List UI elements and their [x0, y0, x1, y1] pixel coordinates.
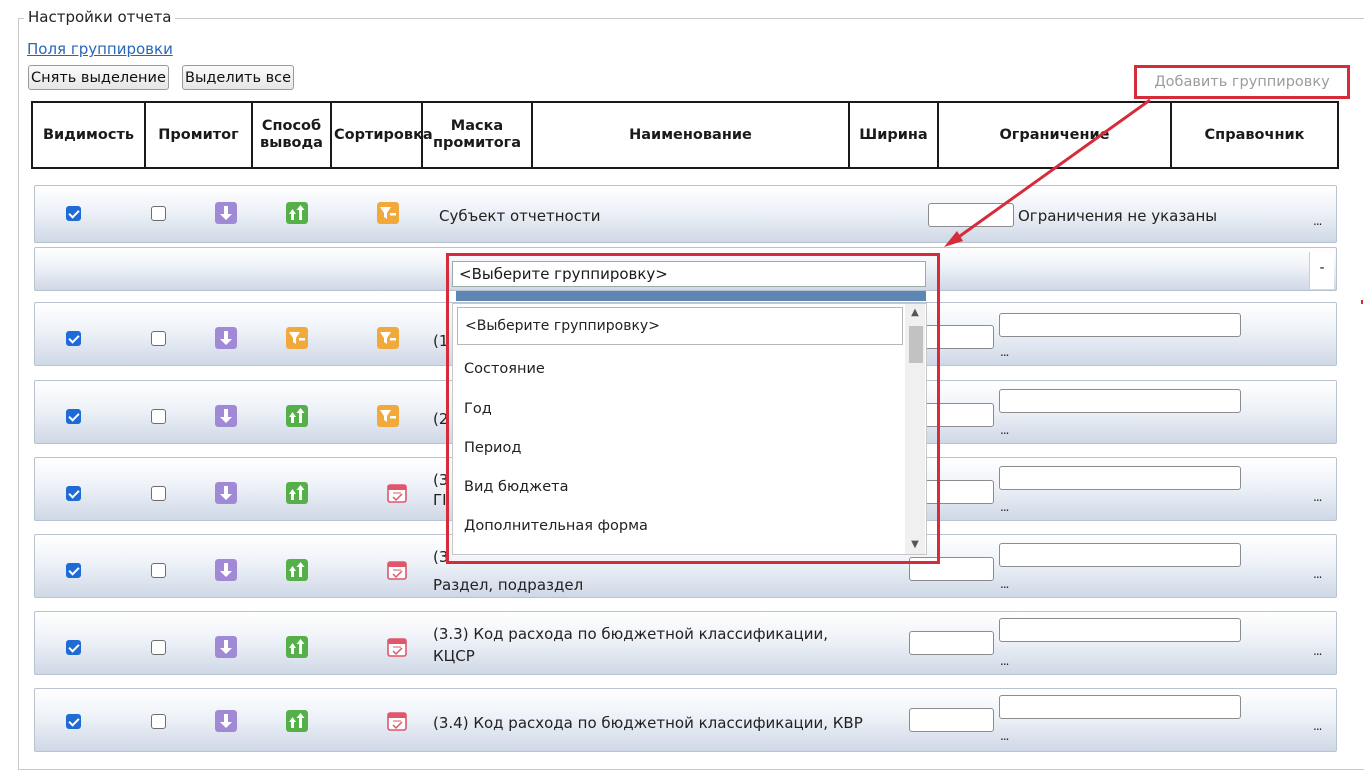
grouping-dropdown-list: <Выберите группировку> Состояние Год Пер…: [452, 303, 927, 555]
dropdown-option[interactable]: Вид бюджета: [464, 477, 569, 497]
col-width[interactable]: Ширина: [848, 101, 939, 169]
down-arrow-icon[interactable]: [215, 202, 237, 224]
subtotal-checkbox[interactable]: [151, 714, 166, 729]
visibility-checkbox[interactable]: [66, 563, 81, 578]
row-name: (2: [433, 410, 449, 428]
visibility-checkbox[interactable]: [66, 714, 81, 729]
filter-icon[interactable]: [377, 327, 399, 349]
width-input[interactable]: [928, 203, 1014, 227]
down-arrow-icon[interactable]: [215, 710, 237, 732]
dropdown-option[interactable]: Дополнительная форма: [464, 516, 648, 536]
col-sort[interactable]: Сортировка: [330, 101, 433, 169]
down-arrow-icon[interactable]: [215, 405, 237, 427]
calendar-icon[interactable]: [386, 482, 408, 504]
col-restriction[interactable]: Ограничение: [937, 101, 1172, 169]
reference-button[interactable]: ...: [1313, 491, 1323, 503]
down-arrow-icon[interactable]: [215, 559, 237, 581]
col-subtotal[interactable]: Промитог: [144, 101, 253, 169]
row-name: (1: [433, 332, 449, 350]
down-arrow-icon[interactable]: [215, 636, 237, 658]
restriction-picker-button[interactable]: ...: [1000, 730, 1010, 742]
scroll-down-icon[interactable]: ▼: [905, 536, 925, 554]
subtotal-checkbox[interactable]: [151, 331, 166, 346]
row-name: Субъект отчетности: [439, 207, 601, 225]
restriction-picker-button[interactable]: ...: [1000, 501, 1010, 513]
row-name: (3.4) Код расхода по бюджетной классифик…: [433, 714, 863, 732]
sort-asc-icon[interactable]: [286, 482, 308, 504]
restriction-input[interactable]: [999, 618, 1241, 642]
add-grouping-button[interactable]: Добавить группировку: [1134, 65, 1350, 99]
select-all-button[interactable]: Выделить все: [182, 65, 295, 90]
reference-button[interactable]: ...: [1313, 645, 1323, 657]
restriction-picker-button[interactable]: ...: [1000, 655, 1010, 667]
filter-icon[interactable]: [377, 202, 399, 224]
restriction-text: Ограничения не указаны: [1018, 207, 1218, 225]
sort-asc-icon[interactable]: [286, 710, 308, 732]
dropdown-option[interactable]: Год: [464, 399, 492, 419]
width-input[interactable]: [909, 557, 994, 581]
visibility-checkbox[interactable]: [66, 206, 81, 221]
row-name-line2: КЦСР: [433, 647, 475, 665]
restriction-input[interactable]: [999, 695, 1241, 719]
calendar-icon[interactable]: [386, 636, 408, 658]
sort-asc-icon[interactable]: [286, 559, 308, 581]
row-name-line2: ГІ: [433, 491, 447, 509]
calendar-icon[interactable]: [386, 710, 408, 732]
restriction-input[interactable]: [999, 466, 1241, 490]
scroll-thumb[interactable]: [909, 326, 923, 363]
row-name-line2: Раздел, подраздел: [433, 576, 584, 594]
table-row: Субъект отчетности Ограничения не указан…: [34, 185, 1337, 243]
subtotal-checkbox[interactable]: [151, 640, 166, 655]
scroll-up-icon[interactable]: ▲: [905, 304, 925, 322]
reference-button[interactable]: ...: [1313, 215, 1323, 227]
col-visibility[interactable]: Видимость: [31, 101, 146, 169]
restriction-input[interactable]: [999, 313, 1241, 337]
down-arrow-icon[interactable]: [215, 482, 237, 504]
grouping-table-header: Видимость Промитог Способ вывода Сортиро…: [31, 101, 1339, 169]
filter-icon[interactable]: [286, 327, 308, 349]
visibility-checkbox[interactable]: [66, 409, 81, 424]
restriction-picker-button[interactable]: ...: [1000, 578, 1010, 590]
down-arrow-icon[interactable]: [215, 327, 237, 349]
grouping-fields-link[interactable]: Поля группировки: [27, 40, 173, 58]
subtotal-checkbox[interactable]: [151, 486, 166, 501]
col-subtotal-mask[interactable]: Маска промитога: [421, 101, 533, 169]
calendar-icon[interactable]: [386, 559, 408, 581]
width-input[interactable]: [909, 631, 994, 655]
width-input[interactable]: [909, 708, 994, 732]
dropdown-option[interactable]: <Выберите группировку>: [457, 307, 903, 345]
row-name: (3: [433, 471, 449, 489]
remove-grouping-button[interactable]: -: [1309, 252, 1334, 289]
panel-legend: Настройки отчета: [24, 8, 176, 26]
visibility-checkbox[interactable]: [66, 640, 81, 655]
visibility-checkbox[interactable]: [66, 486, 81, 501]
reference-button[interactable]: ...: [1313, 568, 1323, 580]
dropdown-scrollbar[interactable]: ▲ ▼: [905, 304, 925, 554]
subtotal-checkbox[interactable]: [151, 206, 166, 221]
sort-asc-icon[interactable]: [286, 405, 308, 427]
sort-asc-icon[interactable]: [286, 636, 308, 658]
restriction-input[interactable]: [999, 543, 1241, 567]
filter-icon[interactable]: [377, 405, 399, 427]
grouping-select[interactable]: <Выберите группировку>: [452, 261, 926, 287]
restriction-picker-button[interactable]: ...: [1000, 346, 1010, 358]
reference-button[interactable]: ...: [1313, 720, 1323, 732]
restriction-picker-button[interactable]: ...: [1000, 424, 1010, 436]
visibility-checkbox[interactable]: [66, 331, 81, 346]
dropdown-header-bar: [456, 291, 926, 301]
restriction-input[interactable]: [999, 389, 1241, 413]
subtotal-checkbox[interactable]: [151, 563, 166, 578]
row-name: (3.3) Код расхода по бюджетной классифик…: [433, 625, 829, 643]
row-name: (3: [433, 548, 449, 566]
dropdown-option[interactable]: Период: [464, 438, 521, 458]
subtotal-checkbox[interactable]: [151, 409, 166, 424]
dropdown-option[interactable]: Состояние: [464, 359, 545, 379]
sort-asc-icon[interactable]: [286, 202, 308, 224]
col-output-mode[interactable]: Способ вывода: [251, 101, 332, 169]
deselect-button[interactable]: Снять выделение: [28, 65, 169, 90]
col-reference[interactable]: Справочник: [1170, 101, 1339, 169]
table-row: (3.4) Код расхода по бюджетной классифик…: [34, 688, 1337, 752]
col-name[interactable]: Наименование: [531, 101, 850, 169]
table-row: (3.3) Код расхода по бюджетной классифик…: [34, 611, 1337, 675]
